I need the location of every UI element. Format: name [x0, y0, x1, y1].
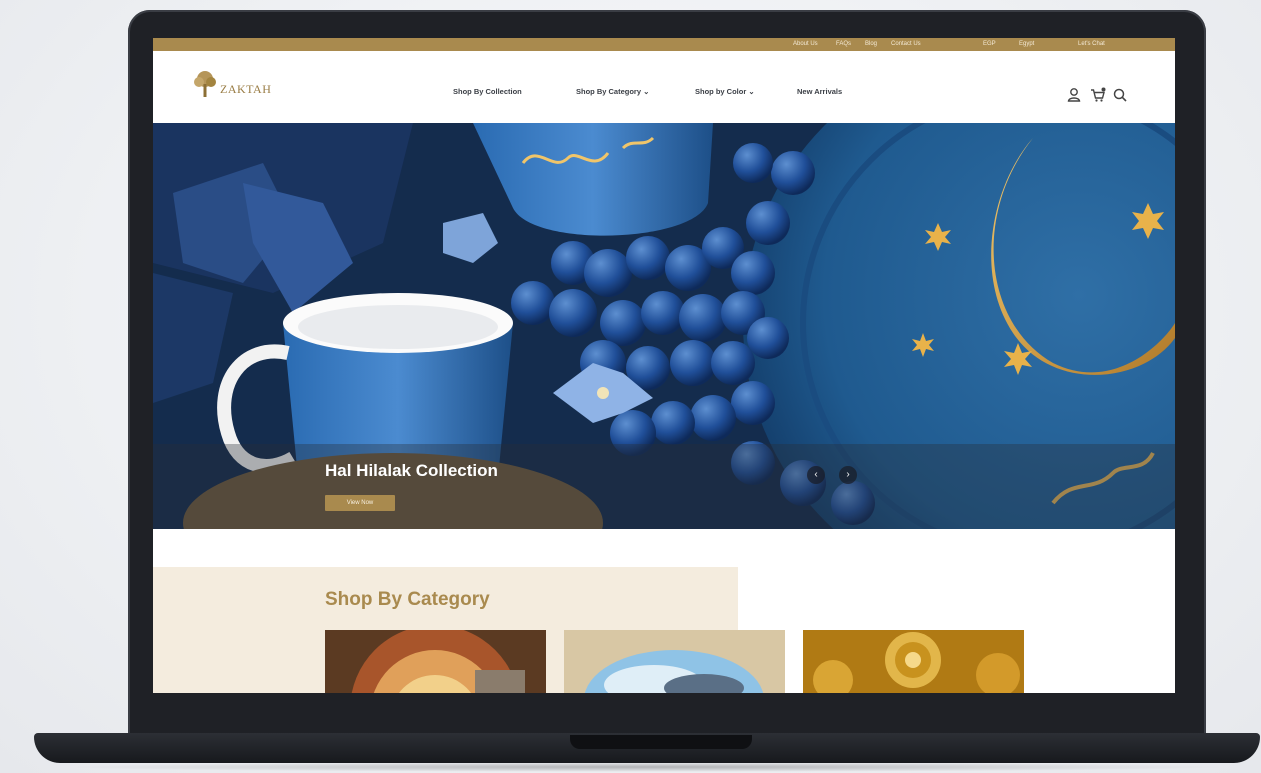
category-image-2: [564, 630, 785, 693]
chat-link[interactable]: Let's Chat: [1078, 41, 1105, 47]
laptop-notch: [570, 735, 752, 749]
category-tile-3[interactable]: [803, 630, 1024, 693]
laptop-screen: About Us FAQs Blog Contact Us EGP Egypt …: [153, 38, 1175, 693]
util-link-faqs[interactable]: FAQs: [836, 41, 851, 47]
search-icon[interactable]: [1112, 87, 1128, 103]
utility-bar: About Us FAQs Blog Contact Us EGP Egypt …: [153, 38, 1175, 51]
util-link-blog[interactable]: Blog: [865, 41, 877, 47]
hero-caption-band: [153, 444, 1175, 529]
hero-title: Hal Hilalak Collection: [325, 461, 498, 480]
cart-icon[interactable]: [1090, 87, 1106, 103]
nav-shop-by-category[interactable]: Shop By Category ⌄: [576, 87, 649, 96]
category-image-1: [325, 630, 546, 693]
currency-selector[interactable]: EGP: [983, 41, 996, 47]
category-image-3: [803, 630, 1024, 693]
slider-prev-button[interactable]: ‹: [807, 466, 825, 484]
category-section-title: Shop By Category: [325, 589, 490, 610]
util-link-contact[interactable]: Contact Us: [891, 41, 921, 47]
category-tile-1[interactable]: [325, 630, 546, 693]
logo-tree-icon[interactable]: [193, 70, 217, 98]
region-selector[interactable]: Egypt: [1019, 41, 1034, 47]
view-now-button[interactable]: View Now: [325, 495, 395, 511]
nav-shop-by-collection[interactable]: Shop By Collection: [453, 87, 522, 96]
util-link-about[interactable]: About Us: [793, 41, 818, 47]
category-tile-2[interactable]: [564, 630, 785, 693]
nav-shop-by-color[interactable]: Shop by Color ⌄: [695, 87, 755, 96]
nav-new-arrivals[interactable]: New Arrivals: [797, 87, 842, 96]
laptop-shadow: [60, 762, 1230, 772]
user-icon[interactable]: [1066, 87, 1082, 103]
site-header: ZAKTAH Shop By Collection Shop By Catego…: [153, 51, 1175, 123]
logo-text[interactable]: ZAKTAH: [220, 82, 271, 97]
slider-next-button[interactable]: ›: [839, 466, 857, 484]
hero-banner[interactable]: Hal Hilalak Collection View Now ‹ ›: [153, 123, 1175, 529]
